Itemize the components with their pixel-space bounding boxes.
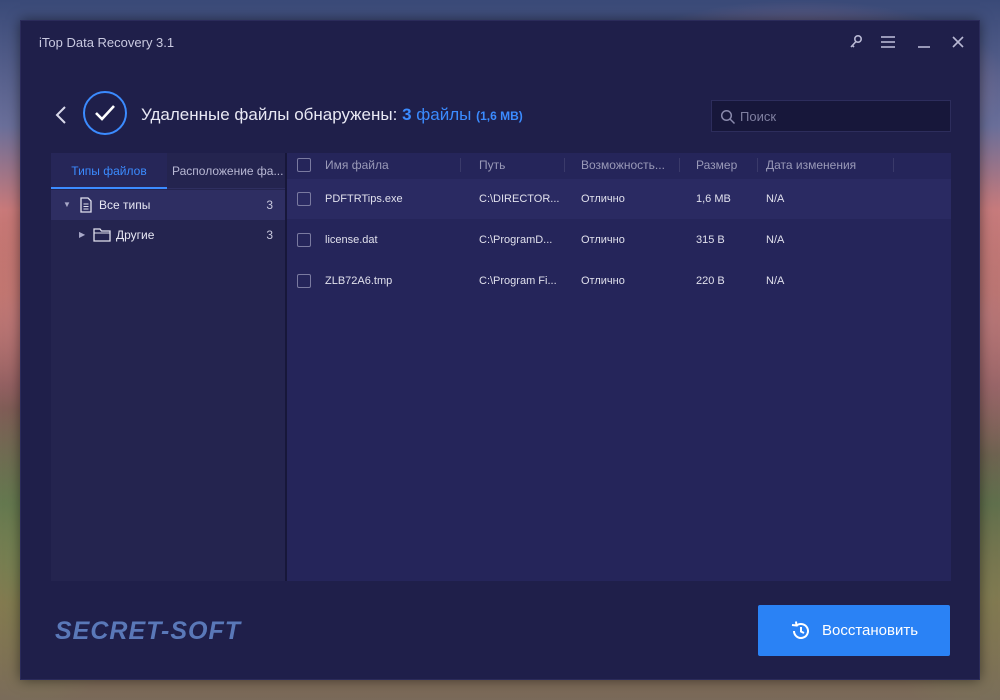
tab-file-types[interactable]: Типы файлов <box>51 153 167 189</box>
back-button[interactable] <box>51 103 73 127</box>
found-count-unit: файлы <box>416 105 472 124</box>
tree-item-count: 3 <box>266 198 273 212</box>
file-path: C:\DIRECTOR... <box>479 193 560 205</box>
search-input[interactable] <box>740 101 945 131</box>
tree-item-count: 3 <box>266 228 273 242</box>
row-checkbox[interactable] <box>297 274 311 288</box>
app-title: iTop Data Recovery 3.1 <box>39 35 175 50</box>
table-row[interactable]: PDFTRTips.exe C:\DIRECTOR... Отлично 1,6… <box>287 179 951 219</box>
check-icon <box>83 91 127 135</box>
tree-item-other[interactable]: ▶ Другие 3 <box>51 220 285 250</box>
table-header: Имя файла Путь Возможность... Размер Дат… <box>287 153 951 179</box>
minimize-icon[interactable] <box>911 29 937 55</box>
tree-item-label: Другие <box>116 228 155 242</box>
app-window: iTop Data Recovery 3.1 Удаленные файлы о… <box>20 20 980 680</box>
tab-location[interactable]: Расположение фа... <box>168 153 285 189</box>
column-name-header[interactable]: Имя файла <box>325 158 455 172</box>
row-checkbox[interactable] <box>297 192 311 206</box>
file-table: Имя файла Путь Возможность... Размер Дат… <box>287 153 951 581</box>
column-date-header[interactable]: Дата изменения <box>766 158 896 172</box>
file-name: ZLB72A6.tmp <box>325 275 393 287</box>
file-size: 220 B <box>696 275 725 287</box>
row-checkbox[interactable] <box>297 233 311 247</box>
status-text: Удаленные файлы обнаружены: <box>141 105 398 124</box>
found-files-summary: Удаленные файлы обнаружены: 3 файлы (1,6… <box>141 105 523 125</box>
tree-item-all-types[interactable]: ▼ Все типы 3 <box>51 190 285 220</box>
file-size: 1,6 MB <box>696 193 731 205</box>
column-quality-header[interactable]: Возможность... <box>581 158 675 172</box>
column-divider[interactable] <box>564 158 565 172</box>
caret-down-icon[interactable]: ▼ <box>63 200 73 210</box>
file-path: C:\ProgramD... <box>479 234 553 246</box>
file-quality: Отлично <box>581 193 625 205</box>
tree-item-label: Все типы <box>99 198 151 212</box>
search-box <box>711 100 951 132</box>
file-date: N/A <box>766 234 785 246</box>
table-row[interactable]: ZLB72A6.tmp C:\Program Fi... Отлично 220… <box>287 261 951 301</box>
scan-result-header: Удаленные файлы обнаружены: 3 файлы (1,6… <box>21 83 979 143</box>
file-name: PDFTRTips.exe <box>325 193 403 205</box>
folder-icon <box>93 228 111 242</box>
select-all-checkbox[interactable] <box>297 158 311 172</box>
file-quality: Отлично <box>581 275 625 287</box>
title-bar: iTop Data Recovery 3.1 <box>21 21 979 63</box>
category-panel: Типы файлов Расположение фа... ▼ Все тип… <box>51 153 285 581</box>
column-path-header[interactable]: Путь <box>479 158 559 172</box>
file-size: 315 B <box>696 234 725 246</box>
close-icon[interactable] <box>945 29 971 55</box>
search-icon <box>720 109 736 125</box>
file-path: C:\Program Fi... <box>479 275 557 287</box>
chevron-left-icon <box>55 106 66 124</box>
file-date: N/A <box>766 193 785 205</box>
recover-button-label: Восстановить <box>821 622 919 639</box>
found-count: 3 <box>402 105 412 124</box>
key-icon[interactable] <box>843 29 869 55</box>
watermark-logo: SECRET-SOFT <box>55 617 242 645</box>
restore-icon <box>791 620 809 639</box>
menu-icon[interactable] <box>875 29 901 55</box>
column-divider[interactable] <box>679 158 680 172</box>
file-quality: Отлично <box>581 234 625 246</box>
column-divider[interactable] <box>757 158 758 172</box>
category-tabs: Типы файлов Расположение фа... <box>51 153 285 189</box>
found-size: (1,6 MB) <box>476 109 523 123</box>
caret-right-icon[interactable]: ▶ <box>79 230 89 240</box>
file-name: license.dat <box>325 234 378 246</box>
column-divider[interactable] <box>460 158 461 172</box>
column-divider[interactable] <box>893 158 894 172</box>
file-date: N/A <box>766 275 785 287</box>
document-icon <box>80 197 92 213</box>
column-size-header[interactable]: Размер <box>696 158 756 172</box>
recover-button[interactable]: Восстановить <box>758 605 950 656</box>
table-row[interactable]: license.dat C:\ProgramD... Отлично 315 B… <box>287 220 951 260</box>
